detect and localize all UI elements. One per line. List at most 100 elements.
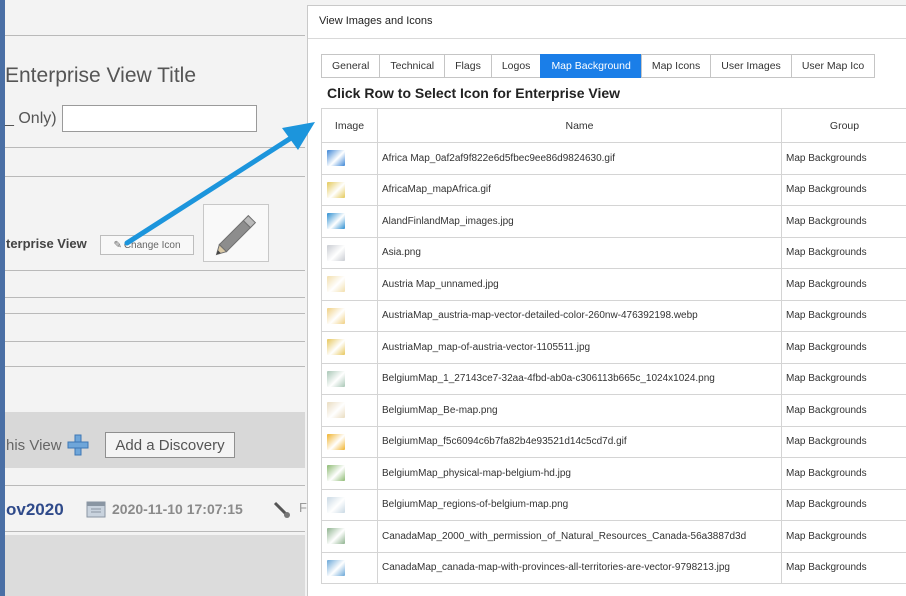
table-row[interactable]: Africa Map_0af2af9f822e6d5fbec9ee86d9824… xyxy=(321,142,906,175)
divider xyxy=(5,366,305,367)
row-image-cell[interactable] xyxy=(321,520,378,553)
tab-flags[interactable]: Flags xyxy=(444,54,491,78)
row-name[interactable]: Asia.png xyxy=(377,236,782,269)
column-header-image[interactable]: Image xyxy=(321,108,378,143)
row-image-cell[interactable] xyxy=(321,551,378,584)
table-row[interactable]: BelgiumMap_regions-of-belgium-map.png Map… xyxy=(321,488,906,521)
row-name[interactable]: AustriaMap_austria-map-vector-detailed-c… xyxy=(377,299,782,332)
row-group[interactable]: Map Backgrounds xyxy=(781,551,906,584)
row-group[interactable]: Map Backgrounds xyxy=(781,331,906,364)
table-row[interactable]: CanadaMap_2000_with_permission_of_Natura… xyxy=(321,520,906,553)
row-image-cell[interactable] xyxy=(321,299,378,332)
map-thumbnail-icon xyxy=(327,150,345,167)
divider xyxy=(5,176,305,177)
table-row[interactable]: BelgiumMap_Be-map.png Map Backgrounds xyxy=(321,394,906,427)
current-icon-preview[interactable] xyxy=(203,204,269,262)
this-view-label: his View xyxy=(6,437,62,454)
row-image-cell[interactable] xyxy=(321,425,378,458)
row-image-cell[interactable] xyxy=(321,362,378,395)
table-row[interactable]: AfricaMap_mapAfrica.gif Map Backgrounds xyxy=(321,173,906,206)
row-name[interactable]: AfricaMap_mapAfrica.gif xyxy=(377,173,782,206)
change-icon-button[interactable]: ✎ Change Icon xyxy=(100,235,194,255)
tab-general[interactable]: General xyxy=(321,54,380,78)
row-image-cell[interactable] xyxy=(321,142,378,175)
add-plus-icon[interactable] xyxy=(67,434,89,456)
row-group[interactable]: Map Backgrounds xyxy=(781,394,906,427)
row-name[interactable]: CanadaMap_2000_with_permission_of_Natura… xyxy=(377,520,782,553)
table-row[interactable]: BelgiumMap_1_27143ce7-32aa-4fbd-ab0a-c30… xyxy=(321,362,906,395)
divider xyxy=(5,297,305,298)
map-thumbnail-icon xyxy=(327,244,345,261)
row-group[interactable]: Map Backgrounds xyxy=(781,520,906,553)
row-name[interactable]: BelgiumMap_f5c6094c6b7fa82b4e93521d14c5c… xyxy=(377,425,782,458)
row-image-cell[interactable] xyxy=(321,331,378,364)
row-image-cell[interactable] xyxy=(321,268,378,301)
table-row[interactable]: BelgiumMap_physical-map-belgium-hd.jpg Ma… xyxy=(321,457,906,490)
row-name[interactable]: CanadaMap_canada-map-with-provinces-all-… xyxy=(377,551,782,584)
row-name[interactable]: Austria Map_unnamed.jpg xyxy=(377,268,782,301)
add-discovery-button[interactable]: Add a Discovery xyxy=(105,432,235,458)
table-row[interactable]: AlandFinlandMap_images.jpg Map Background… xyxy=(321,205,906,238)
pencil-small-icon: ✎ xyxy=(113,239,122,251)
row-group[interactable]: Map Backgrounds xyxy=(781,268,906,301)
divider xyxy=(5,147,305,148)
divider xyxy=(5,485,305,486)
row-group[interactable]: Map Backgrounds xyxy=(781,488,906,521)
table-row[interactable]: AustriaMap_map-of-austria-vector-1105511… xyxy=(321,331,906,364)
row-name[interactable]: BelgiumMap_Be-map.png xyxy=(377,394,782,427)
row-name[interactable]: AustriaMap_map-of-austria-vector-1105511… xyxy=(377,331,782,364)
map-thumbnail-icon xyxy=(327,213,345,230)
tab-technical[interactable]: Technical xyxy=(379,54,445,78)
tab-user-map-ico[interactable]: User Map Ico xyxy=(790,54,876,78)
map-thumbnail-icon xyxy=(327,496,345,513)
row-group[interactable]: Map Backgrounds xyxy=(781,205,906,238)
bottom-band xyxy=(5,535,305,596)
map-thumbnail-icon xyxy=(327,181,345,198)
table-row[interactable]: CanadaMap_canada-map-with-provinces-all-… xyxy=(321,551,906,584)
table-row[interactable]: AustriaMap_austria-map-vector-detailed-c… xyxy=(321,299,906,332)
row-image-cell[interactable] xyxy=(321,205,378,238)
title-input[interactable] xyxy=(62,105,257,132)
divider xyxy=(5,313,305,314)
tab-user-images[interactable]: User Images xyxy=(710,54,791,78)
row-group[interactable]: Map Backgrounds xyxy=(781,299,906,332)
tab-logos[interactable]: Logos xyxy=(490,54,541,78)
table-row[interactable]: Austria Map_unnamed.jpg Map Backgrounds xyxy=(321,268,906,301)
record-link[interactable]: ov2020 xyxy=(6,500,64,520)
row-group[interactable]: Map Backgrounds xyxy=(781,457,906,490)
tool-icon[interactable] xyxy=(272,500,292,520)
row-image-cell[interactable] xyxy=(321,488,378,521)
tab-map-icons[interactable]: Map Icons xyxy=(640,54,711,78)
row-name[interactable]: AlandFinlandMap_images.jpg xyxy=(377,205,782,238)
column-header-group[interactable]: Group xyxy=(781,108,906,143)
map-thumbnail-icon xyxy=(327,370,345,387)
calendar-icon xyxy=(86,500,106,518)
table-row[interactable]: Asia.png Map Backgrounds xyxy=(321,236,906,269)
divider xyxy=(5,531,305,532)
table-row[interactable]: BelgiumMap_f5c6094c6b7fa82b4e93521d14c5c… xyxy=(321,425,906,458)
tab-map-background[interactable]: Map Background xyxy=(540,54,641,78)
change-icon-button-label: Change Icon xyxy=(123,239,181,251)
dialog-title: View Images and Icons xyxy=(319,15,433,27)
row-image-cell[interactable] xyxy=(321,457,378,490)
row-image-cell[interactable] xyxy=(321,173,378,206)
row-image-cell[interactable] xyxy=(321,236,378,269)
row-group[interactable]: Map Backgrounds xyxy=(781,425,906,458)
row-group[interactable]: Map Backgrounds xyxy=(781,236,906,269)
row-name[interactable]: BelgiumMap_physical-map-belgium-hd.jpg xyxy=(377,457,782,490)
map-thumbnail-icon xyxy=(327,528,345,545)
column-header-name[interactable]: Name xyxy=(377,108,782,143)
dialog-title-bar[interactable]: View Images and Icons xyxy=(308,6,906,39)
row-group[interactable]: Map Backgrounds xyxy=(781,142,906,175)
map-thumbnail-icon xyxy=(327,559,345,576)
tab-bar: General Technical Flags Logos Map Background… xyxy=(321,54,876,78)
instruction-text: Click Row to Select Icon for Enterprise … xyxy=(327,85,621,101)
row-image-cell[interactable] xyxy=(321,394,378,427)
row-name[interactable]: Africa Map_0af2af9f822e6d5fbec9ee86d9824… xyxy=(377,142,782,175)
row-name[interactable]: BelgiumMap_regions-of-belgium-map.png xyxy=(377,488,782,521)
map-thumbnail-icon xyxy=(327,402,345,419)
row-name[interactable]: BelgiumMap_1_27143ce7-32aa-4fbd-ab0a-c30… xyxy=(377,362,782,395)
row-group[interactable]: Map Backgrounds xyxy=(781,362,906,395)
row-group[interactable]: Map Backgrounds xyxy=(781,173,906,206)
map-thumbnail-icon xyxy=(327,276,345,293)
